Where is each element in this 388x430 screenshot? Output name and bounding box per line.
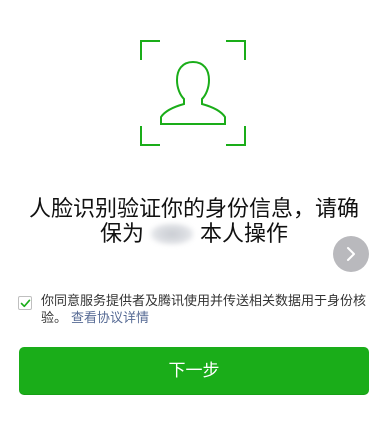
face-scan-icon <box>140 40 246 146</box>
agreement-row: 你同意服务提供者及腾讯使用并传送相关数据用于身份核验。 查看协议详情 <box>18 293 368 327</box>
agreement-text-block: 你同意服务提供者及腾讯使用并传送相关数据用于身份核验。 查看协议详情 <box>18 293 368 327</box>
next-step-button[interactable]: 下一步 <box>19 347 369 395</box>
agreement-checkbox[interactable] <box>18 296 32 310</box>
headline-line-2-prefix: 保为 <box>99 222 144 247</box>
chevron-right-icon <box>347 247 355 261</box>
face-scan-frame <box>140 40 246 146</box>
headline-line-2: 保为 本人操作 <box>0 219 388 251</box>
blurred-name <box>150 223 194 245</box>
agreement-link[interactable]: 查看协议详情 <box>71 311 149 326</box>
next-arrow-button[interactable] <box>333 236 369 272</box>
headline-line-2-suffix: 本人操作 <box>200 222 289 247</box>
checkmark-icon <box>20 299 31 308</box>
